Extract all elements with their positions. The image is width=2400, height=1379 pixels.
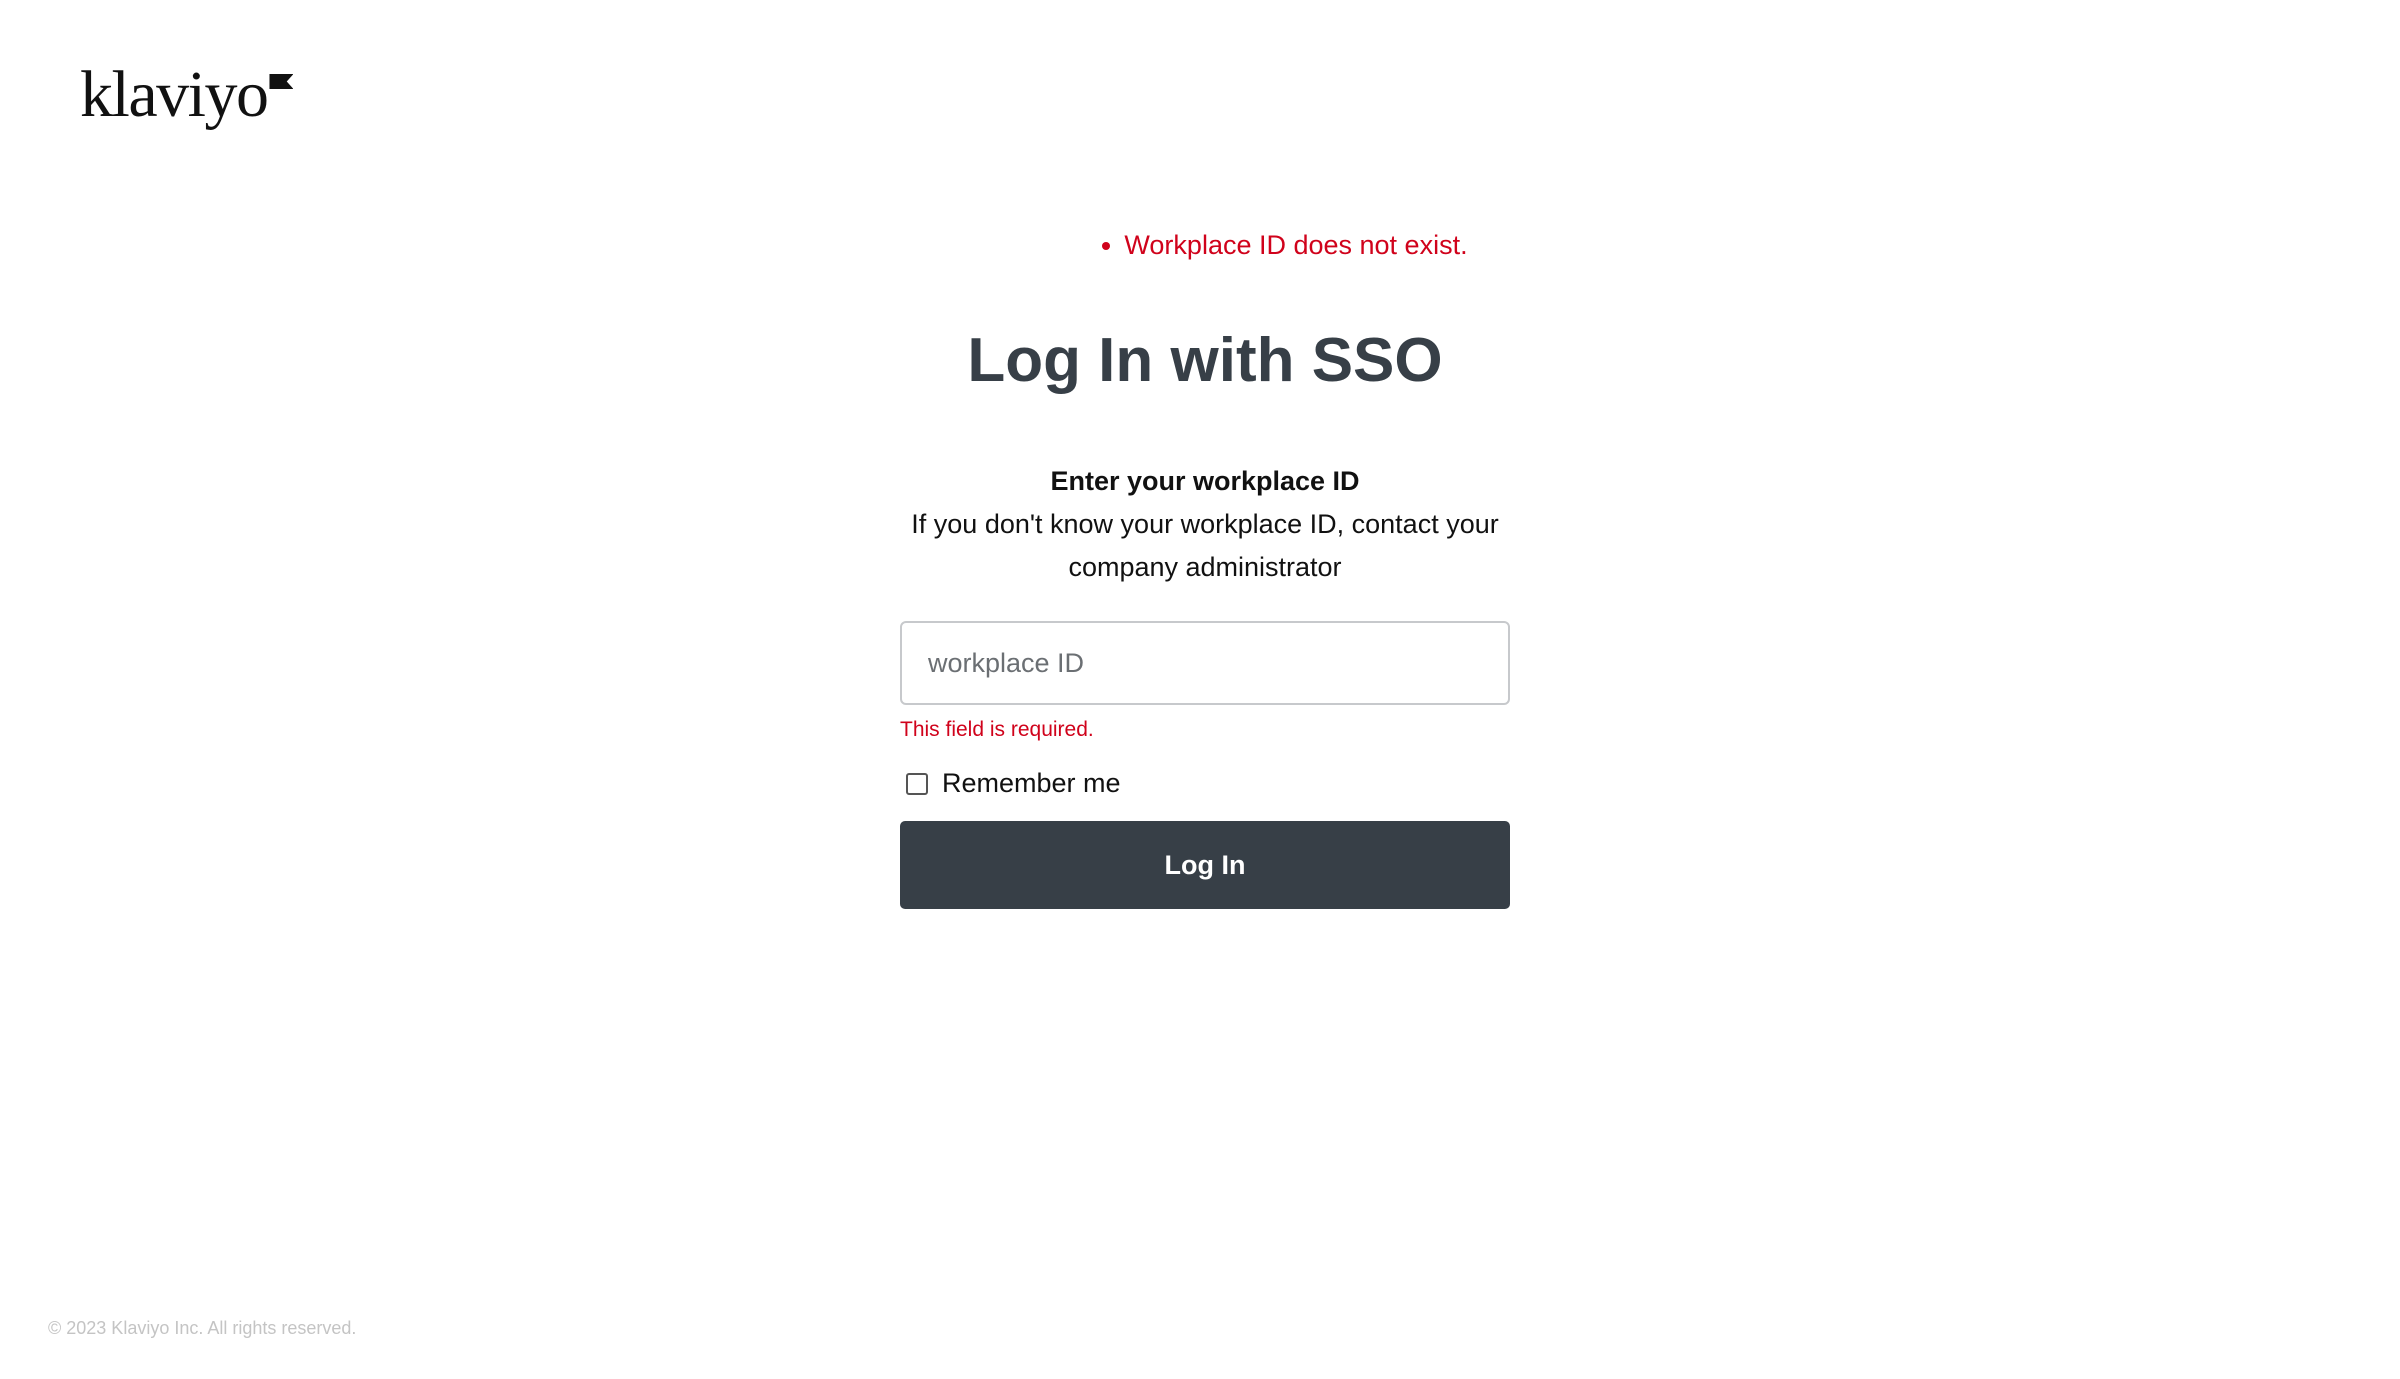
- sso-login-form: Workplace ID does not exist. Log In with…: [900, 230, 1510, 909]
- remember-me-checkbox[interactable]: [906, 772, 928, 795]
- instructions-body: If you don't know your workplace ID, con…: [911, 509, 1499, 582]
- logo-flag-icon: [269, 74, 294, 89]
- error-alert: Workplace ID does not exist.: [1102, 230, 1468, 261]
- page-title: Log In with SSO: [967, 326, 1443, 395]
- error-alert-list: Workplace ID does not exist.: [900, 230, 1510, 290]
- workplace-id-field: This field is required.: [900, 621, 1510, 742]
- klaviyo-logo[interactable]: klaviyo: [80, 58, 294, 131]
- login-button[interactable]: Log In: [900, 821, 1510, 909]
- bullet-icon: [1102, 241, 1111, 250]
- login-page: klaviyo Workplace ID does not exist. Log…: [0, 0, 2400, 1379]
- error-alert-text: Workplace ID does not exist.: [1124, 230, 1468, 260]
- remember-me-label[interactable]: Remember me: [942, 768, 1121, 799]
- logo-wordmark: klaviyo: [80, 58, 269, 131]
- instructions-heading: Enter your workplace ID: [1050, 466, 1360, 496]
- workplace-id-input[interactable]: [900, 621, 1510, 705]
- remember-me-row[interactable]: Remember me: [900, 768, 1510, 799]
- field-error-message: This field is required.: [900, 718, 1094, 741]
- instructions: Enter your workplace ID If you don't kno…: [900, 460, 1510, 589]
- copyright-footer: © 2023 Klaviyo Inc. All rights reserved.: [48, 1318, 357, 1338]
